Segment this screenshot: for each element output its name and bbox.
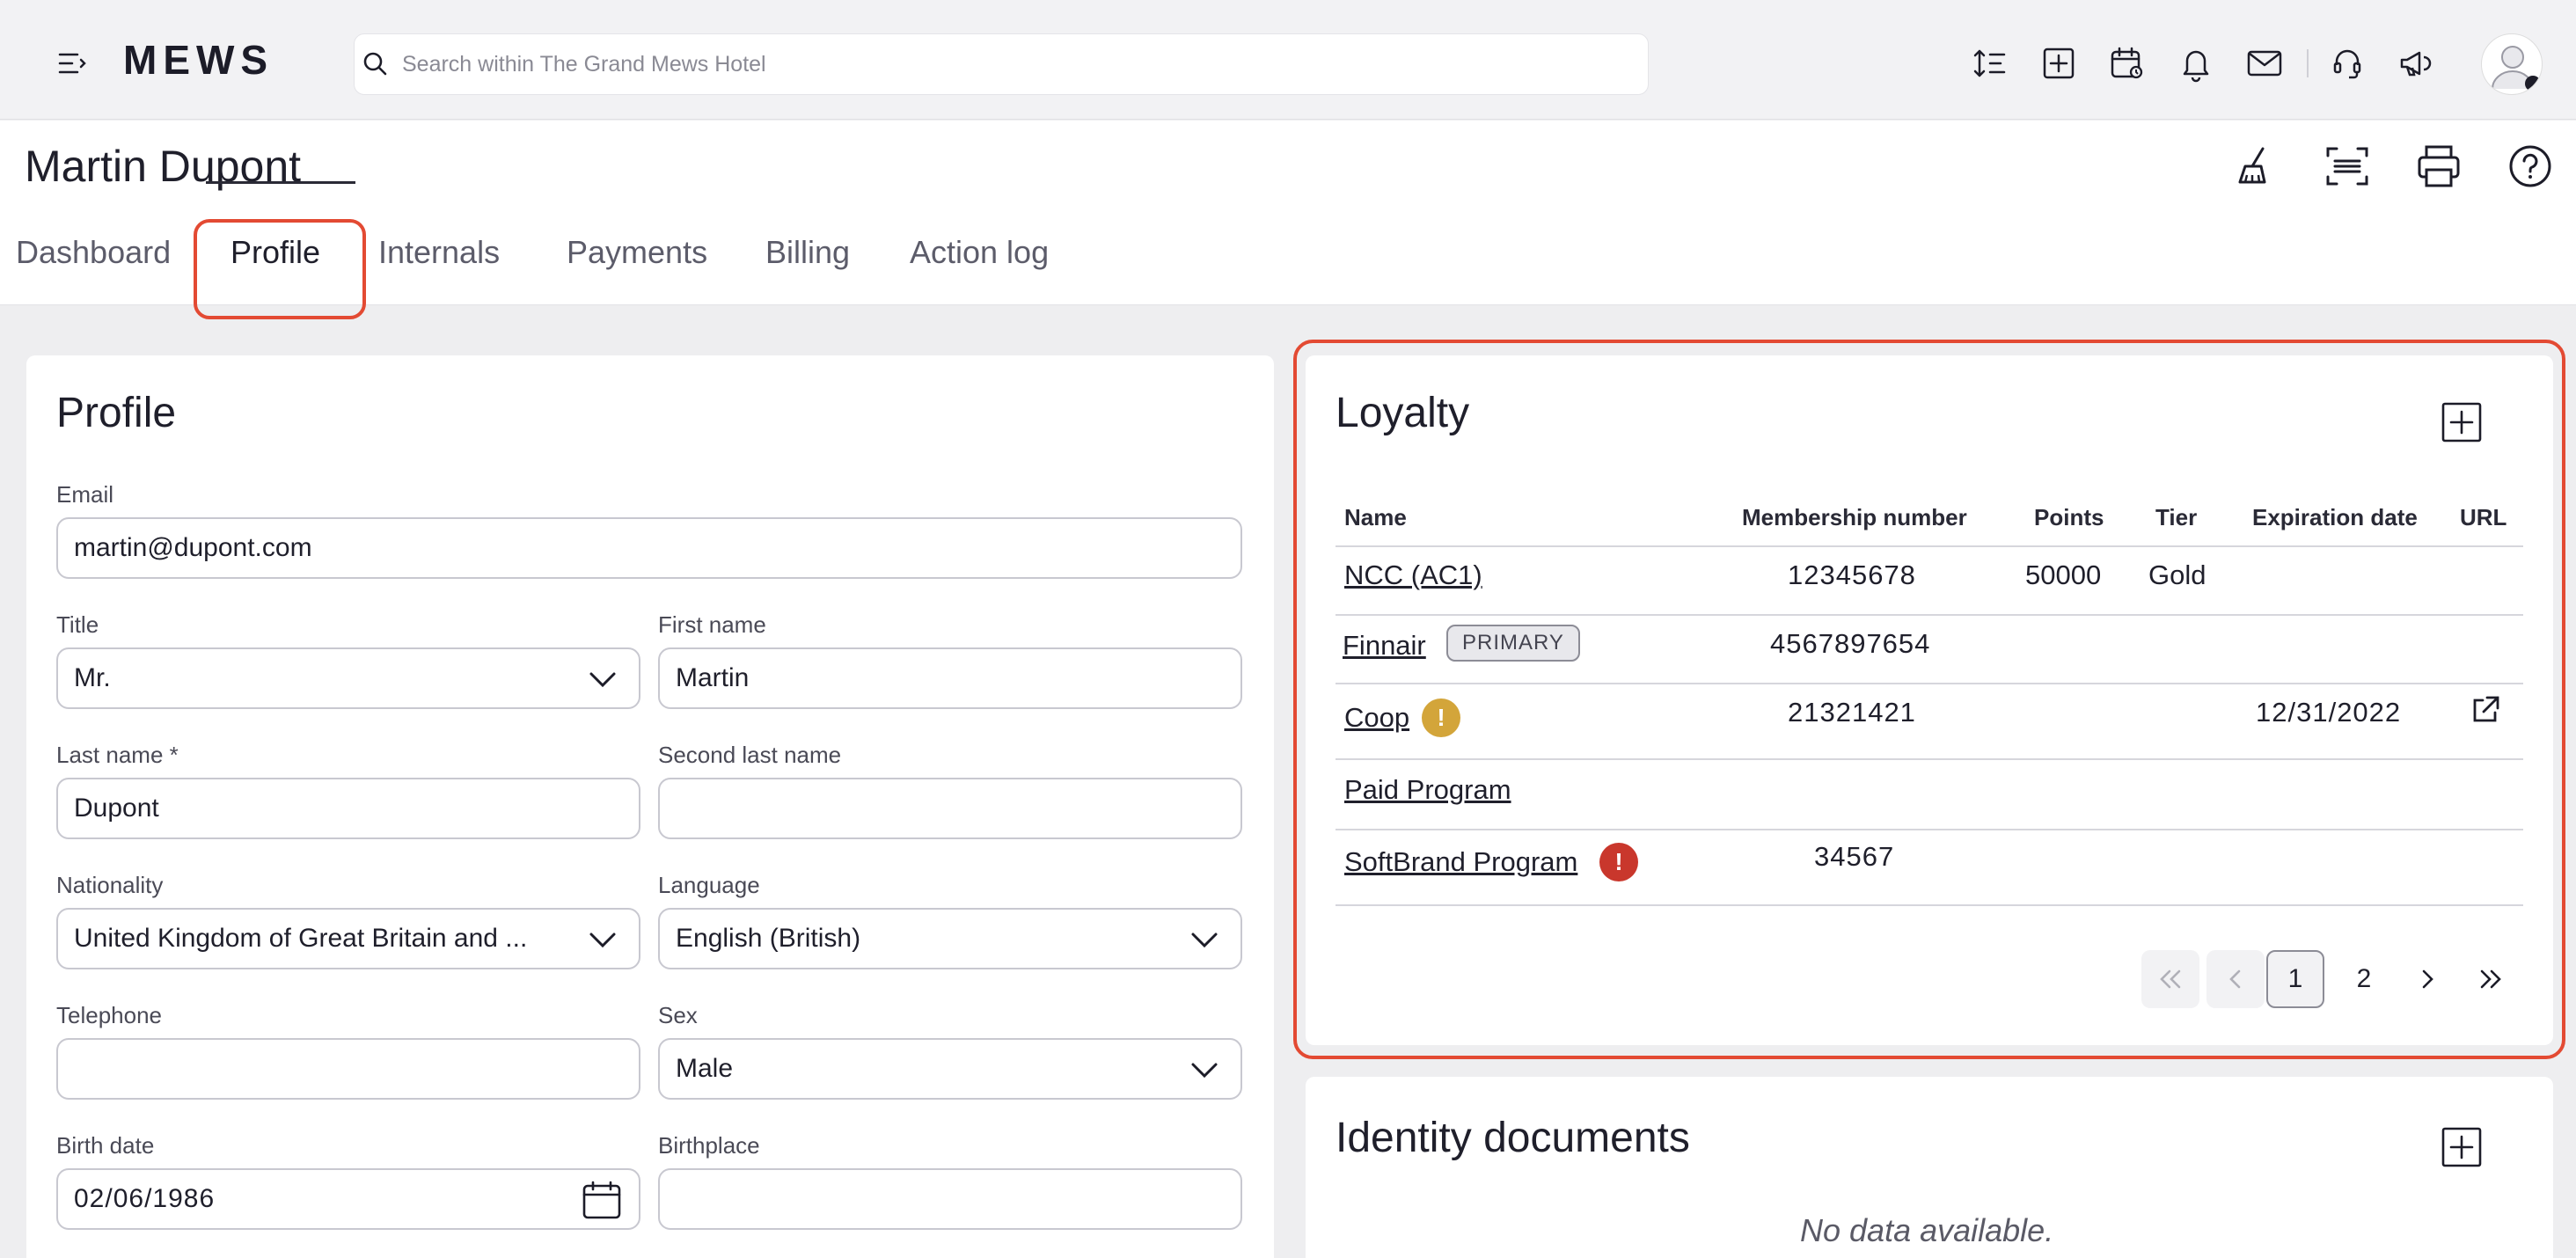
identity-documents-card: Identity documents No data available. — [1306, 1077, 2553, 1258]
calendar-icon[interactable] — [581, 1179, 623, 1221]
nationality-value: United Kingdom of Great Britain and ... — [74, 924, 528, 953]
no-data-message: No data available. — [1800, 1212, 2054, 1248]
chevron-down-icon — [589, 933, 616, 948]
tab-payments[interactable]: Payments — [567, 226, 707, 305]
first-name-label: First name — [658, 611, 766, 638]
search-input[interactable] — [402, 34, 1634, 94]
page-header: Martin Dupont Dashboard Profile Internal… — [0, 121, 2576, 305]
email-label: Email — [56, 481, 114, 508]
mews-logo: MEWS — [123, 37, 274, 83]
add-icon[interactable] — [2039, 44, 2078, 83]
last-name-label: Last name * — [56, 742, 179, 768]
last-name-value: Dupont — [74, 794, 159, 823]
chevron-down-icon — [589, 672, 616, 688]
birth-date-field[interactable]: 02/06/1986 — [56, 1168, 640, 1230]
search-bar[interactable] — [354, 33, 1649, 95]
tab-action-log[interactable]: Action log — [910, 226, 1049, 305]
divider — [2307, 49, 2309, 77]
first-name-field[interactable]: Martin — [658, 647, 1242, 709]
scan-icon[interactable] — [2323, 142, 2372, 191]
identity-documents-title: Identity documents — [1336, 1115, 1690, 1161]
loyalty-highlight-box — [1293, 340, 2565, 1059]
language-value: English (British) — [676, 924, 861, 953]
chevron-down-icon — [1191, 1063, 1218, 1079]
broom-icon[interactable] — [2231, 142, 2280, 191]
nationality-select[interactable]: United Kingdom of Great Britain and ... — [56, 908, 640, 969]
email-field[interactable]: martin@dupont.com — [56, 517, 1242, 579]
nationality-label: Nationality — [56, 872, 164, 898]
sex-value: Male — [676, 1054, 734, 1083]
first-name-value: Martin — [676, 663, 750, 692]
sex-label: Sex — [658, 1002, 698, 1028]
active-tab-indicator — [206, 181, 355, 184]
second-last-name-field[interactable] — [658, 778, 1242, 839]
language-label: Language — [658, 872, 760, 898]
search-icon — [363, 52, 387, 76]
calendar-icon[interactable] — [2108, 44, 2147, 83]
support-icon[interactable] — [2328, 44, 2367, 83]
sex-select[interactable]: Male — [658, 1038, 1242, 1100]
print-icon[interactable] — [2414, 142, 2463, 191]
page-title: Martin Dupont — [25, 142, 302, 191]
profile-title: Profile — [56, 390, 177, 436]
birthplace-field[interactable] — [658, 1168, 1242, 1230]
telephone-field[interactable] — [56, 1038, 640, 1100]
language-select[interactable]: English (British) — [658, 908, 1242, 969]
tab-billing[interactable]: Billing — [765, 226, 850, 305]
telephone-label: Telephone — [56, 1002, 162, 1028]
tab-dashboard[interactable]: Dashboard — [16, 226, 171, 305]
menu-icon[interactable] — [55, 46, 90, 81]
email-value: martin@dupont.com — [74, 533, 312, 562]
tab-highlight-box — [194, 219, 366, 319]
title-select[interactable]: Mr. — [56, 647, 640, 709]
sort-icon[interactable] — [1971, 44, 2009, 83]
top-bar: MEWS — [0, 0, 2576, 120]
avatar[interactable] — [2481, 33, 2543, 95]
second-last-name-label: Second last name — [658, 742, 842, 768]
mail-icon[interactable] — [2245, 44, 2284, 83]
profile-card: Profile Email martin@dupont.com Title Mr… — [26, 355, 1274, 1258]
birth-date-value: 02/06/1986 — [74, 1184, 216, 1213]
bell-icon[interactable] — [2177, 44, 2215, 83]
announcement-icon[interactable] — [2397, 44, 2435, 83]
tab-internals[interactable]: Internals — [378, 226, 500, 305]
last-name-field[interactable]: Dupont — [56, 778, 640, 839]
title-value: Mr. — [74, 663, 111, 692]
birth-date-label: Birth date — [56, 1132, 155, 1159]
chevron-down-icon — [1191, 933, 1218, 948]
title-label: Title — [56, 611, 99, 638]
birthplace-label: Birthplace — [658, 1132, 760, 1159]
add-document-icon[interactable] — [2441, 1126, 2483, 1168]
help-icon[interactable] — [2506, 142, 2555, 191]
